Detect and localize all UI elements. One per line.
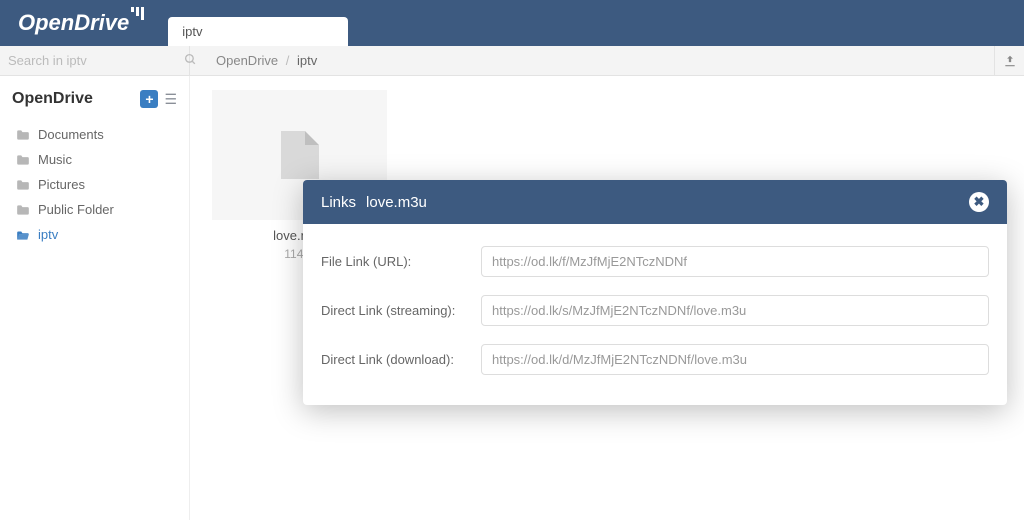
folder-open-icon <box>16 229 30 241</box>
breadcrumb: OpenDrive / iptv <box>190 53 994 68</box>
breadcrumb-sep: / <box>282 53 294 68</box>
folder-tree: Documents Music Pictures Public Folder i… <box>12 122 177 247</box>
folder-icon <box>16 154 30 166</box>
brand-drive: Drive <box>74 10 129 36</box>
direct-stream-label: Direct Link (streaming): <box>321 303 481 318</box>
modal-title-name: love.m3u <box>366 194 427 211</box>
toolbar: OpenDrive / iptv <box>0 46 1024 76</box>
sidebar-item-documents[interactable]: Documents <box>12 122 177 147</box>
folder-icon <box>16 179 30 191</box>
tab-iptv[interactable]: iptv <box>168 17 348 46</box>
sidebar-item-music[interactable]: Music <box>12 147 177 172</box>
brand-bars-icon <box>131 7 144 20</box>
direct-download-label: Direct Link (download): <box>321 352 481 367</box>
file-link-label: File Link (URL): <box>321 254 481 269</box>
sidebar-title: OpenDrive <box>12 90 93 108</box>
folder-icon <box>16 129 30 141</box>
search-box[interactable] <box>0 46 190 76</box>
upload-button[interactable] <box>994 46 1024 75</box>
brand-open: Open <box>18 10 74 36</box>
modal-header: Links love.m3u ✖ <box>303 180 1007 224</box>
modal-title: Links love.m3u <box>321 194 427 211</box>
direct-download-input[interactable] <box>481 344 989 375</box>
sidebar-item-label: Public Folder <box>38 202 114 217</box>
sidebar-actions: + ☰ <box>140 90 177 108</box>
direct-download-row: Direct Link (download): <box>321 344 989 375</box>
sidebar-item-label: Pictures <box>38 177 85 192</box>
search-input[interactable] <box>8 53 184 68</box>
sidebar-item-iptv[interactable]: iptv <box>12 222 177 247</box>
sidebar-item-label: iptv <box>38 227 58 242</box>
sidebar-item-label: Music <box>38 152 72 167</box>
brand-logo[interactable]: OpenDrive <box>0 10 162 46</box>
modal-title-prefix: Links <box>321 194 356 211</box>
tab-label: iptv <box>182 24 202 39</box>
direct-stream-row: Direct Link (streaming): <box>321 295 989 326</box>
breadcrumb-current[interactable]: iptv <box>297 53 317 68</box>
menu-icon[interactable]: ☰ <box>164 91 177 108</box>
add-button[interactable]: + <box>140 90 158 108</box>
close-icon[interactable]: ✖ <box>969 192 989 212</box>
modal-body: File Link (URL): Direct Link (streaming)… <box>303 224 1007 405</box>
breadcrumb-root[interactable]: OpenDrive <box>216 53 278 68</box>
sidebar-head: OpenDrive + ☰ <box>12 90 177 108</box>
links-modal: Links love.m3u ✖ File Link (URL): Direct… <box>303 180 1007 405</box>
direct-stream-input[interactable] <box>481 295 989 326</box>
file-link-row: File Link (URL): <box>321 246 989 277</box>
sidebar: OpenDrive + ☰ Documents Music Pictures P… <box>0 76 190 520</box>
folder-icon <box>16 204 30 216</box>
sidebar-item-label: Documents <box>38 127 104 142</box>
header-bar: OpenDrive iptv <box>0 0 1024 46</box>
sidebar-item-public-folder[interactable]: Public Folder <box>12 197 177 222</box>
file-icon <box>281 131 319 179</box>
file-link-input[interactable] <box>481 246 989 277</box>
sidebar-item-pictures[interactable]: Pictures <box>12 172 177 197</box>
